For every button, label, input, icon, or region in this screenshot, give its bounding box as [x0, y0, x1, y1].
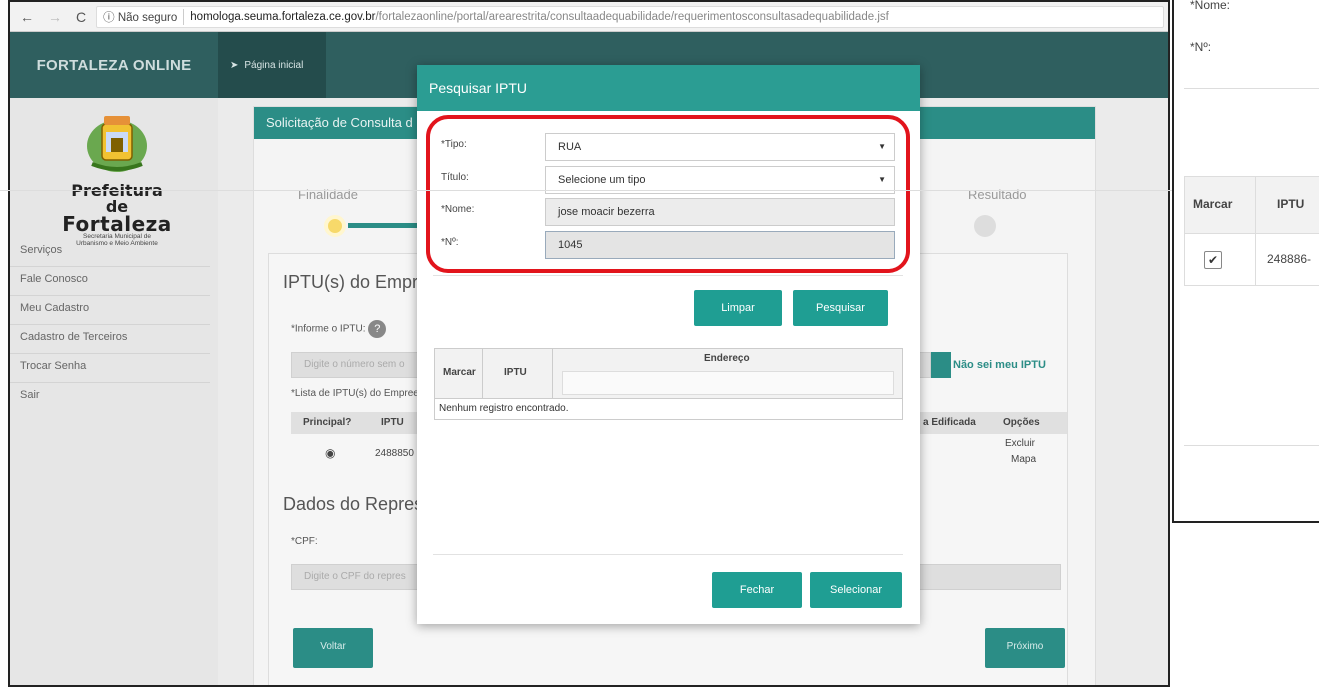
empty-message: Nenhum registro encontrado.: [439, 403, 569, 414]
zoom-table-header: Marcar IPTU: [1184, 176, 1319, 235]
sidebar-item-fale-conosco[interactable]: Fale Conosco: [10, 267, 210, 296]
highlight-annotation: [426, 115, 910, 273]
selecionar-button[interactable]: Selecionar: [810, 572, 902, 608]
zoom-col-iptu: IPTU: [1277, 197, 1305, 211]
divider: [1255, 177, 1256, 235]
step-dot-inactive: [974, 215, 996, 237]
sidebar-item-servicos[interactable]: Serviços: [10, 238, 210, 267]
url-host: homologa.seuma.fortaleza.ce.gov.br: [190, 10, 376, 23]
zoom-col-marcar: Marcar: [1193, 197, 1233, 211]
section-iptu-title: IPTU(s) do Empre: [283, 272, 429, 292]
sidebar: Prefeitura de Fortaleza Secretaria Munic…: [10, 98, 218, 685]
sidebar-item-meu-cadastro[interactable]: Meu Cadastro: [10, 296, 210, 325]
sidebar-item-trocar-senha[interactable]: Trocar Senha: [10, 354, 210, 383]
informe-iptu-label: *Informe o IPTU: ?: [291, 320, 387, 338]
iptu-add-button[interactable]: [931, 352, 951, 378]
nao-sei-iptu-link[interactable]: Não sei meu IPTU: [953, 359, 1046, 371]
arrow-icon: ➤: [230, 59, 239, 71]
logo-line1: Prefeitura de: [71, 181, 163, 216]
modal-title: Pesquisar IPTU: [417, 65, 920, 111]
divider: [433, 554, 903, 555]
divider: [552, 349, 553, 399]
cpf-label: *CPF:: [291, 536, 318, 547]
zoom-numero-label: *Nº:: [1190, 40, 1212, 54]
browser-window: ← → C ⓘ Não seguro homologa.seuma.fortal…: [8, 0, 1170, 687]
pesquisar-button[interactable]: Pesquisar: [793, 290, 888, 326]
logo-line2: Fortaleza: [62, 212, 172, 236]
col-principal: Principal?: [303, 417, 352, 428]
col-endereco: Endereço: [704, 353, 750, 364]
divider: [433, 275, 903, 276]
pesquisar-iptu-modal: Pesquisar IPTU *Tipo: RUA ▼ Título: Sele…: [417, 65, 920, 624]
limpar-button[interactable]: Limpar: [694, 290, 782, 326]
address-bar[interactable]: ⓘ Não seguro homologa.seuma.fortaleza.ce…: [96, 5, 1164, 28]
forward-icon[interactable]: →: [48, 9, 62, 25]
divider: [1184, 88, 1319, 89]
informe-iptu-text: *Informe o IPTU:: [291, 323, 366, 335]
section-representante-title: Dados do Repres: [283, 494, 424, 514]
sidebar-item-sair[interactable]: Sair: [10, 383, 210, 412]
col-area-edificada: a Edificada: [923, 417, 976, 428]
fechar-button[interactable]: Fechar: [712, 572, 802, 608]
lista-iptu-label: *Lista de IPTU(s) do Empree: [291, 388, 419, 399]
divider: [1255, 234, 1256, 286]
col-opcoes: Opções: [1003, 417, 1040, 428]
zoom-row-iptu: 248886-: [1267, 252, 1312, 266]
results-table-header: Marcar IPTU Endereço: [435, 349, 902, 399]
sidebar-menu: Serviços Fale Conosco Meu Cadastro Cadas…: [10, 238, 210, 412]
zoom-nome-label: *Nome:: [1190, 0, 1231, 12]
divider: [482, 349, 483, 399]
logo: Prefeitura de Fortaleza Secretaria Munic…: [58, 112, 176, 247]
step-dot-active: [324, 215, 346, 237]
sidebar-item-cadastro-terceiros[interactable]: Cadastro de Terceiros: [10, 325, 210, 354]
col-marcar: Marcar: [443, 367, 476, 378]
voltar-button[interactable]: Voltar: [293, 628, 373, 668]
home-label: Página inicial: [244, 59, 304, 71]
row-iptu: 2488850: [375, 448, 414, 459]
brand-title[interactable]: FORTALEZA ONLINE: [10, 32, 218, 98]
help-icon[interactable]: ?: [368, 320, 387, 338]
reload-icon[interactable]: C: [76, 9, 86, 25]
back-icon[interactable]: ←: [20, 9, 34, 25]
zoom-inset-frame: *Nome: *Nº: Marcar IPTU 248886- ✔: [1172, 0, 1319, 523]
browser-nav: ← → C: [10, 9, 96, 25]
browser-toolbar: ← → C ⓘ Não seguro homologa.seuma.fortal…: [10, 2, 1168, 32]
principal-radio[interactable]: ◉: [325, 446, 335, 460]
results-table: Marcar IPTU Endereço Nenhum registro enc…: [434, 348, 903, 420]
home-link[interactable]: ➤ Página inicial: [218, 32, 326, 98]
checkbox-checked-icon[interactable]: ✔: [1204, 251, 1222, 269]
divider: [1184, 445, 1319, 446]
col-iptu: IPTU: [504, 367, 527, 378]
mapa-link[interactable]: Mapa: [1011, 454, 1036, 465]
step-progress-line: [348, 223, 428, 228]
divider: [0, 190, 1319, 191]
zoom-inset: *Nome: *Nº: Marcar IPTU 248886- ✔: [1172, 0, 1319, 687]
col-iptu: IPTU: [381, 417, 404, 428]
endereco-filter-input[interactable]: [562, 371, 894, 395]
coat-of-arms-icon: [87, 116, 147, 172]
proximo-button[interactable]: Próximo: [985, 628, 1065, 668]
excluir-link[interactable]: Excluir: [1005, 438, 1035, 449]
url-path: /fortalezaonline/portal/arearestrita/con…: [375, 10, 889, 23]
security-indicator[interactable]: ⓘ Não seguro: [103, 8, 185, 25]
